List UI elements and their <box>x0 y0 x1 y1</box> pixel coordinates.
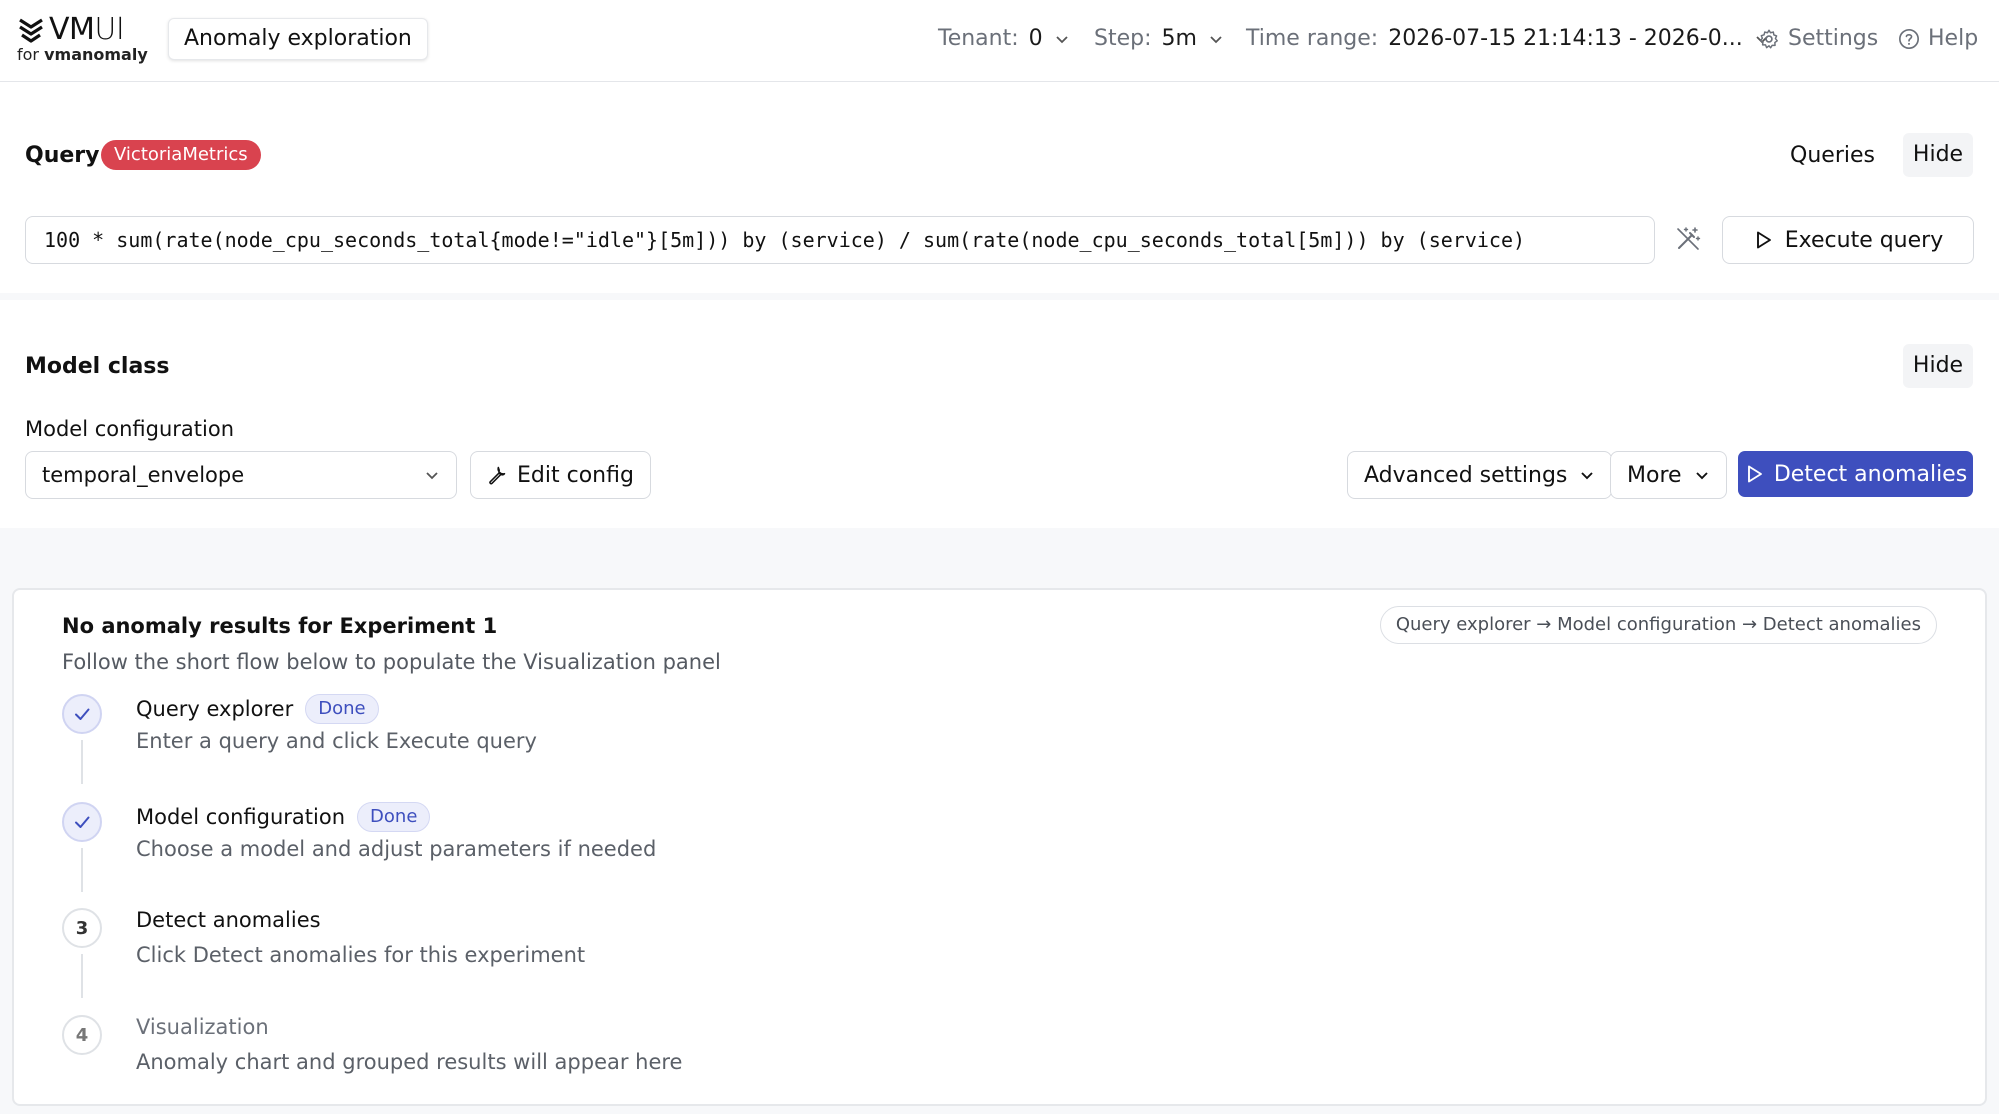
wrench-icon <box>489 466 506 485</box>
gear-icon <box>1759 29 1778 49</box>
step-model-configuration: Model configuration Done Choose a model … <box>62 802 1262 902</box>
step-description: Choose a model and adjust parameters if … <box>136 837 657 861</box>
play-icon <box>1747 465 1762 483</box>
step-connector <box>81 848 83 892</box>
detect-anomalies-label: Detect anomalies <box>1773 461 1968 487</box>
step-query-explorer: Query explorer Done Enter a query and cl… <box>62 694 1262 794</box>
step-connector <box>81 740 83 784</box>
step-connector <box>81 954 83 998</box>
edit-config-button[interactable]: Edit config <box>470 451 651 499</box>
step-status-done <box>62 802 102 842</box>
tenant-label: Tenant: <box>938 26 1019 51</box>
step-label: Step: <box>1094 26 1152 51</box>
step-title: Detect anomalies <box>136 908 321 932</box>
query-input[interactable]: 100 * sum(rate(node_cpu_seconds_total{mo… <box>25 216 1655 264</box>
check-icon <box>75 708 90 720</box>
app-subtitle: for vmanomaly <box>17 45 148 64</box>
results-title: No anomaly results for Experiment 1 <box>62 614 498 638</box>
step-visualization: 4 Visualization Anomaly chart and groupe… <box>62 1015 1262 1095</box>
time-range-selector[interactable]: Time range: 2026-07-15 21:14:13 - 2026-0… <box>1246 26 1769 51</box>
tenant-value: 0 <box>1028 26 1043 51</box>
model-select-value: temporal_envelope <box>42 463 245 487</box>
query-section: Query VictoriaMetrics Queries Hide 100 *… <box>0 83 1999 293</box>
flow-breadcrumb: Query explorer → Model configuration → D… <box>1379 606 1937 644</box>
chevron-down-icon <box>1581 472 1594 480</box>
step-number: 4 <box>62 1015 102 1055</box>
play-icon <box>1756 231 1771 249</box>
advanced-settings-button[interactable]: Advanced settings <box>1347 451 1613 499</box>
help-circle-icon <box>1899 28 1919 49</box>
chevron-down-icon <box>1695 472 1708 480</box>
model-hide-button[interactable]: Hide <box>1903 344 1973 388</box>
model-section-title: Model class <box>25 354 170 379</box>
step-description: Click Detect anomalies for this experime… <box>136 943 586 967</box>
step-description: Anomaly chart and grouped results will a… <box>136 1050 683 1074</box>
execute-query-label: Execute query <box>1784 227 1944 253</box>
model-select[interactable]: temporal_envelope <box>25 451 457 499</box>
step-number: 3 <box>62 908 102 948</box>
step-title: Model configuration Done <box>136 802 431 832</box>
done-badge: Done <box>305 694 379 724</box>
step-value: 5m <box>1161 26 1197 51</box>
chevron-down-icon <box>1056 35 1068 43</box>
settings-button[interactable]: Settings <box>1758 26 1878 51</box>
time-range-value: 2026-07-15 21:14:13 - 2026-0... <box>1388 26 1743 51</box>
victoriametrics-logo-icon <box>19 18 43 43</box>
step-title: Query explorer Done <box>136 694 379 724</box>
more-label: More <box>1627 462 1682 488</box>
help-button[interactable]: Help <box>1898 26 1978 51</box>
step-selector[interactable]: Step: 5m <box>1094 26 1223 51</box>
settings-label: Settings <box>1788 26 1879 51</box>
step-title: Visualization <box>136 1015 269 1039</box>
results-panel: No anomaly results for Experiment 1 Foll… <box>12 588 1987 1106</box>
help-label: Help <box>1928 26 1979 51</box>
tenant-selector[interactable]: Tenant: 0 <box>938 26 1069 51</box>
query-hide-button[interactable]: Hide <box>1903 133 1973 177</box>
more-button[interactable]: More <box>1610 451 1727 499</box>
check-icon <box>75 816 90 828</box>
datasource-badge: VictoriaMetrics <box>101 140 261 170</box>
queries-button[interactable]: Queries <box>1790 143 1875 168</box>
chevron-down-icon <box>426 472 438 480</box>
query-section-title: Query <box>25 143 100 168</box>
app-logo[interactable]: VMUI for vmanomaly <box>17 12 148 64</box>
magic-wand-icon[interactable] <box>1675 226 1701 252</box>
step-detect-anomalies: 3 Detect anomalies Click Detect anomalie… <box>62 908 1262 1008</box>
step-status-done <box>62 694 102 734</box>
model-section: Model class Hide Model configuration tem… <box>0 300 1999 528</box>
chevron-down-icon <box>1210 35 1222 43</box>
step-description: Enter a query and click Execute query <box>136 729 537 753</box>
section-divider <box>0 293 1999 300</box>
advanced-settings-label: Advanced settings <box>1364 462 1568 488</box>
detect-anomalies-button[interactable]: Detect anomalies <box>1738 451 1973 497</box>
time-range-label: Time range: <box>1246 26 1379 51</box>
model-config-label: Model configuration <box>25 417 235 441</box>
edit-config-label: Edit config <box>517 462 634 488</box>
tab-anomaly-exploration[interactable]: Anomaly exploration <box>168 18 428 60</box>
results-subtitle: Follow the short flow below to populate … <box>62 650 721 674</box>
done-badge: Done <box>357 802 431 832</box>
app-name: VMUI <box>49 12 125 47</box>
execute-query-button[interactable]: Execute query <box>1722 216 1974 264</box>
top-bar: VMUI for vmanomaly Anomaly exploration T… <box>0 0 1999 82</box>
